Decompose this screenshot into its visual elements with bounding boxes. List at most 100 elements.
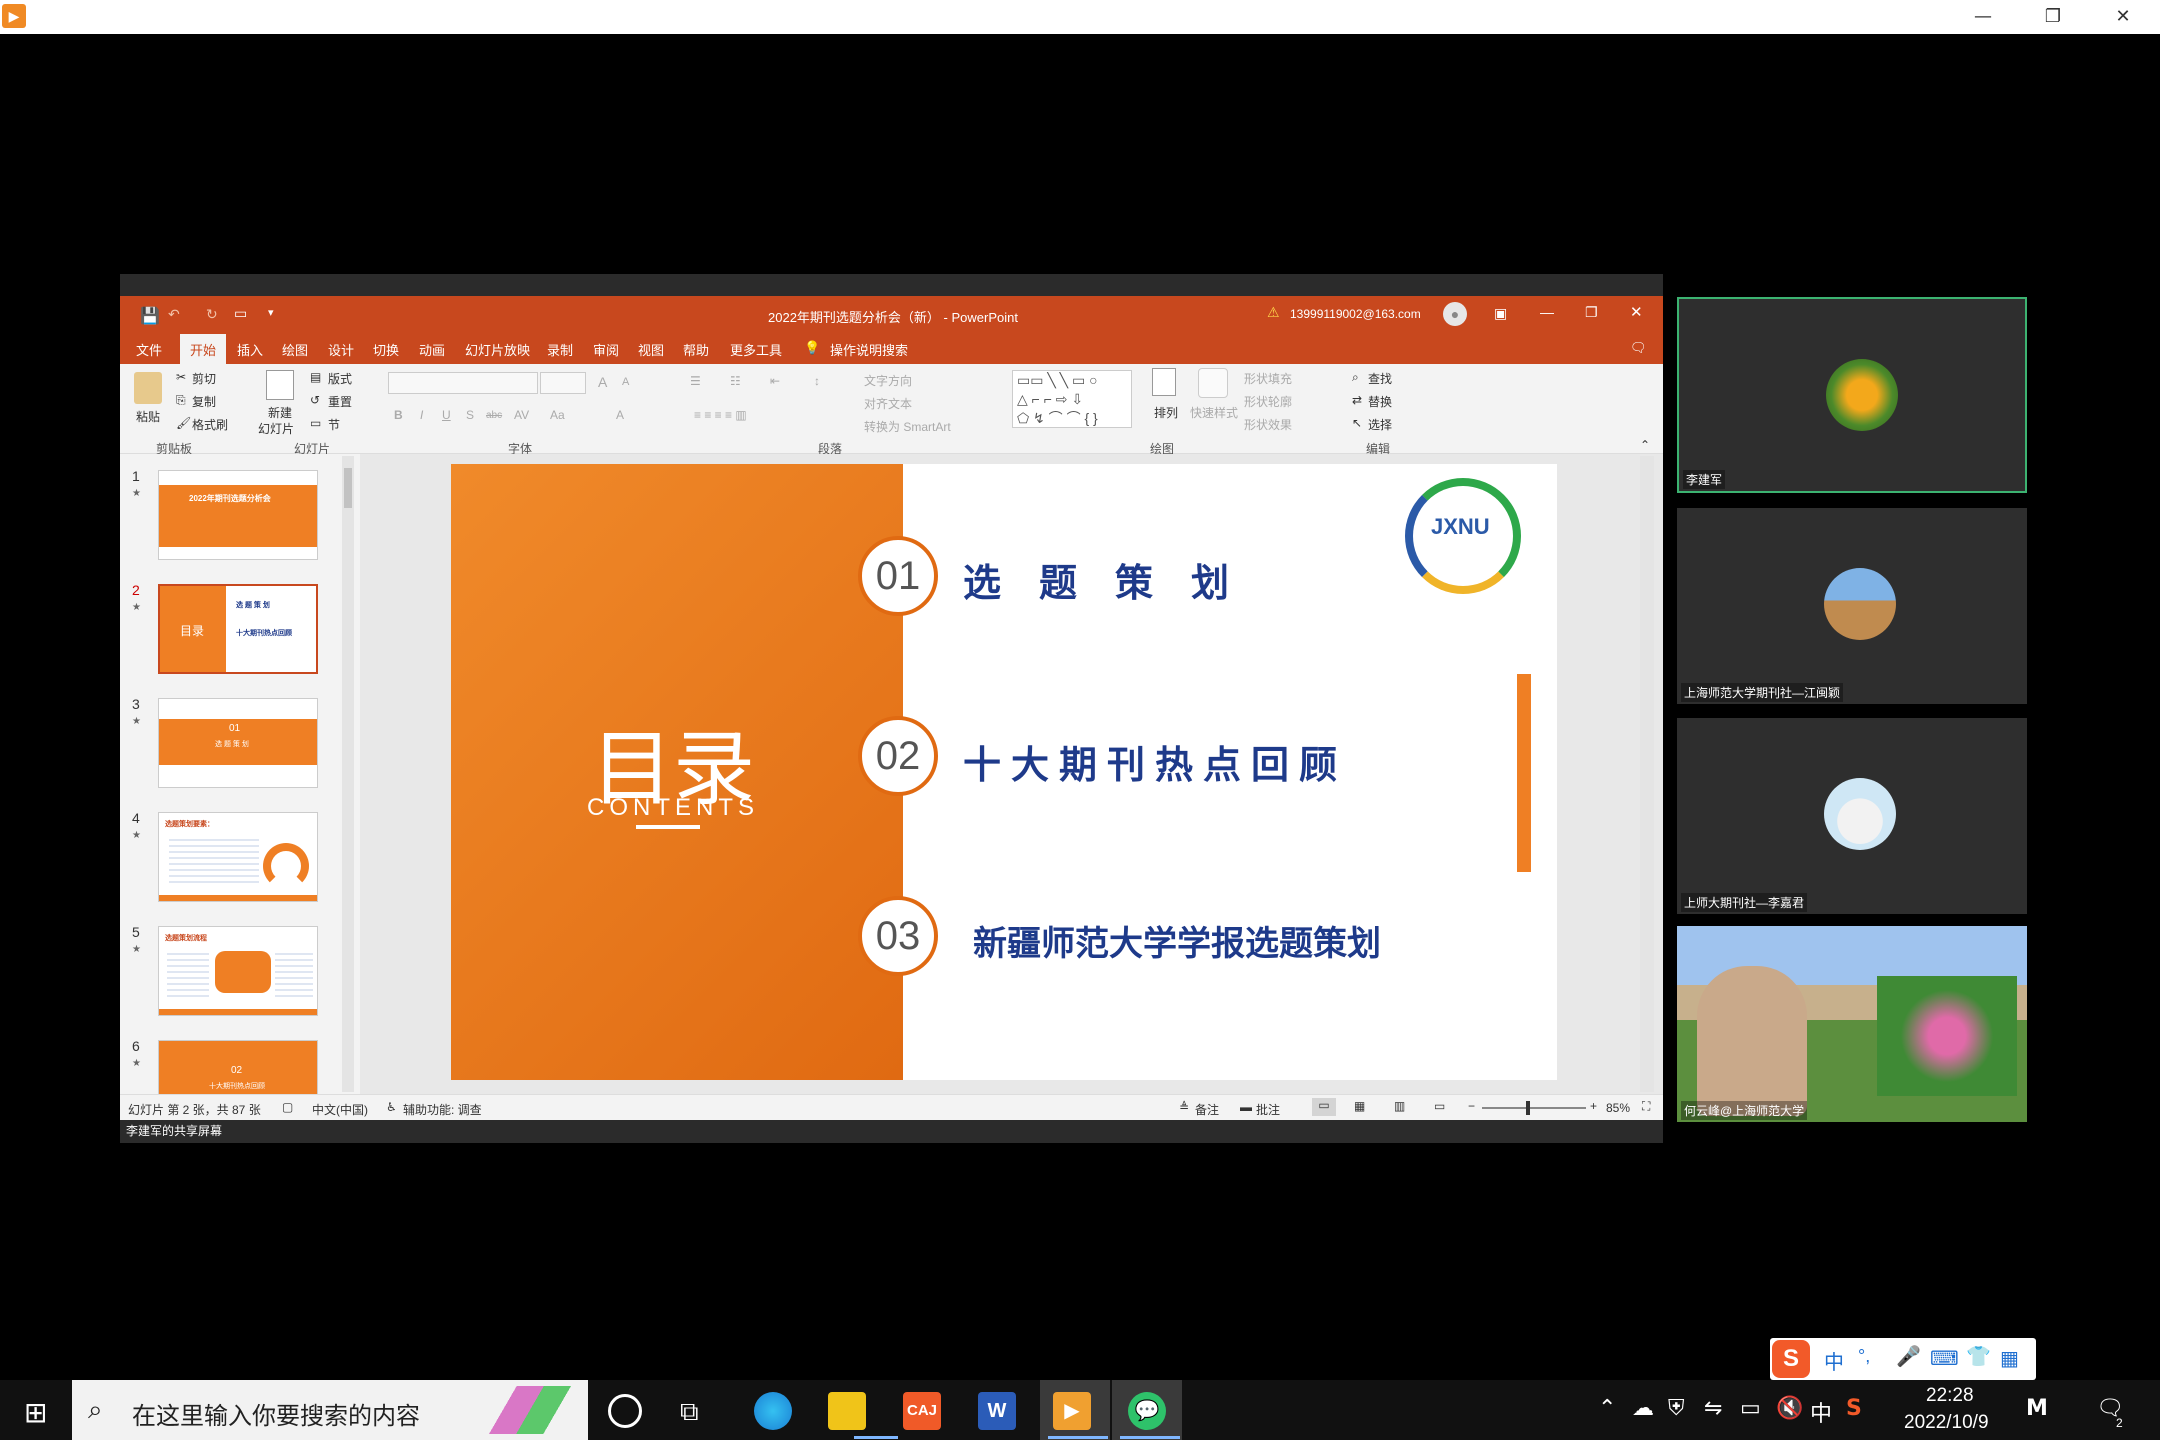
participant-tile-3[interactable]: 上师大期刊社—李嘉君: [1677, 718, 2027, 914]
cut-button[interactable]: 剪切: [192, 370, 216, 387]
tab-insert[interactable]: 插入: [237, 340, 263, 359]
language-indicator[interactable]: 中文(中国): [312, 1101, 368, 1118]
accessibility-icon[interactable]: ♿: [386, 1100, 397, 1114]
pp-minimize-icon[interactable]: —: [1540, 304, 1554, 320]
collapse-ribbon-icon[interactable]: ⌃: [1640, 438, 1650, 452]
change-case-button[interactable]: Aa: [550, 408, 565, 422]
sogou-tray-icon[interactable]: S: [1846, 1396, 1862, 1421]
tab-help[interactable]: 帮助: [683, 340, 709, 359]
taskbar-search[interactable]: ⌕ 在这里输入你要搜索的内容: [72, 1380, 588, 1440]
paste-icon[interactable]: [134, 372, 162, 404]
layout-icon[interactable]: ▤: [310, 370, 321, 384]
windows-start-icon[interactable]: ⊞: [24, 1396, 47, 1429]
find-button[interactable]: 查找: [1368, 370, 1392, 387]
reset-button[interactable]: 重置: [328, 393, 352, 410]
redo-icon[interactable]: ↻: [206, 306, 218, 323]
font-color-button[interactable]: A: [616, 408, 624, 422]
microphone-icon[interactable]: 🎤: [1896, 1344, 1921, 1369]
slide-thumbnail-2[interactable]: 目录 选 题 策 划 十大期刊热点回顾: [158, 584, 318, 674]
arrange-button[interactable]: 排列: [1154, 404, 1178, 421]
quick-styles-button[interactable]: 快速样式: [1190, 404, 1238, 421]
restore-button[interactable]: ❐: [2018, 0, 2088, 34]
close-button[interactable]: ✕: [2088, 0, 2158, 34]
participant-tile-2[interactable]: 上海师范大学期刊社—江闽颖: [1677, 508, 2027, 704]
slide-thumbnail-3[interactable]: 01 选 题 策 划: [158, 698, 318, 788]
ribbon-display-icon[interactable]: ▣: [1494, 305, 1507, 322]
shape-fill-button[interactable]: 形状填充: [1244, 370, 1292, 387]
zoom-slider[interactable]: [1482, 1101, 1586, 1115]
layout-button[interactable]: 版式: [328, 370, 352, 387]
align-text-button[interactable]: 对齐文本: [864, 395, 912, 412]
strikethrough-button[interactable]: abc: [486, 410, 502, 421]
edge-icon[interactable]: [754, 1392, 792, 1430]
zoom-level[interactable]: 85%: [1606, 1101, 1630, 1115]
participant-tile-1[interactable]: 李建军: [1677, 297, 2027, 493]
input-language[interactable]: 中: [1810, 1396, 1832, 1428]
current-slide[interactable]: 目录 CONTENTS 01 选 题 策 划 02 十大期刊热点回顾 03 新疆…: [451, 464, 1557, 1080]
numbering-icon[interactable]: ☷: [730, 374, 741, 388]
section-button[interactable]: 节: [328, 416, 340, 433]
underline-button[interactable]: U: [442, 408, 451, 422]
video-player-icon[interactable]: ▶: [1053, 1392, 1091, 1430]
account-email[interactable]: 13999119002@163.com: [1290, 307, 1421, 321]
cortana-icon[interactable]: [608, 1394, 642, 1428]
thumbnail-scrollbar[interactable]: [342, 456, 354, 1092]
tray-overflow-icon[interactable]: ⌃: [1598, 1396, 1616, 1421]
wechat-icon[interactable]: 💬: [1128, 1392, 1166, 1430]
ime-punct-toggle[interactable]: °,: [1858, 1346, 1870, 1367]
comments-status-icon[interactable]: ▬: [1240, 1100, 1252, 1114]
indent-icon[interactable]: ⇤: [770, 374, 780, 388]
task-view-icon[interactable]: ⧉: [680, 1396, 699, 1428]
tab-more-tools[interactable]: 更多工具: [730, 340, 782, 359]
notes-icon[interactable]: ≜: [1179, 1100, 1189, 1114]
toolbox-icon[interactable]: ▦: [2000, 1346, 2019, 1371]
replace-icon[interactable]: ⇄: [1352, 393, 1362, 407]
tab-review[interactable]: 审阅: [593, 340, 619, 359]
slide-sorter-icon[interactable]: ▦: [1354, 1099, 1365, 1113]
select-button[interactable]: 选择: [1368, 416, 1392, 433]
copy-icon[interactable]: ⎘: [176, 393, 186, 408]
bullets-icon[interactable]: ☰: [690, 374, 701, 388]
present-icon[interactable]: ▭: [234, 305, 247, 322]
tab-home[interactable]: 开始: [180, 334, 227, 366]
zoom-slider-thumb[interactable]: [1526, 1101, 1530, 1115]
clock-date[interactable]: 2022/10/9: [1904, 1412, 1989, 1434]
new-slide-label-1[interactable]: 新建: [268, 404, 292, 421]
skin-icon[interactable]: 👕: [1966, 1344, 1991, 1369]
sogou-logo-icon[interactable]: S: [1772, 1340, 1810, 1378]
shape-effects-button[interactable]: 形状效果: [1244, 416, 1292, 433]
new-slide-icon[interactable]: [266, 370, 294, 400]
line-spacing-icon[interactable]: ↕: [814, 374, 820, 388]
quick-styles-icon[interactable]: [1198, 368, 1228, 398]
pp-close-icon[interactable]: ✕: [1630, 303, 1643, 321]
normal-view-icon[interactable]: ▭: [1312, 1098, 1336, 1116]
notes-button[interactable]: 备注: [1195, 1101, 1219, 1118]
text-direction-button[interactable]: 文字方向: [864, 372, 912, 389]
copy-button[interactable]: 复制: [192, 393, 216, 410]
pp-restore-icon[interactable]: ❐: [1585, 304, 1598, 321]
slide-thumbnail-4[interactable]: 选题策划要素：: [158, 812, 318, 902]
tab-animations[interactable]: 动画: [419, 340, 445, 359]
select-icon[interactable]: ↖: [1352, 416, 1362, 430]
tab-design[interactable]: 设计: [328, 340, 354, 359]
paste-button[interactable]: 粘贴: [136, 408, 160, 425]
arrange-icon[interactable]: [1152, 368, 1176, 396]
tab-view[interactable]: 视图: [638, 340, 664, 359]
minimize-button[interactable]: —: [1948, 0, 2018, 34]
format-painter-button[interactable]: 格式刷: [192, 416, 228, 433]
file-explorer-icon[interactable]: [828, 1392, 866, 1430]
qat-more-icon[interactable]: ▾: [268, 306, 274, 319]
accessibility-status[interactable]: 辅助功能: 调查: [403, 1101, 482, 1118]
editor-scrollbar[interactable]: [1640, 456, 1654, 1092]
find-icon[interactable]: ⌕: [1352, 370, 1359, 385]
slideshow-view-icon[interactable]: ▭: [1434, 1099, 1445, 1113]
smartart-button[interactable]: 转换为 SmartArt: [864, 418, 951, 435]
new-slide-label-2[interactable]: 幻灯片: [258, 420, 294, 437]
battery-icon[interactable]: ▭: [1740, 1396, 1761, 1421]
keyboard-icon[interactable]: ⌨: [1930, 1346, 1959, 1371]
zoom-in-icon[interactable]: +: [1590, 1099, 1597, 1113]
slide-thumbnail-1[interactable]: 2022年期刊选题分析会: [158, 470, 318, 560]
italic-button[interactable]: I: [420, 408, 423, 422]
reset-icon[interactable]: ↺: [310, 393, 320, 407]
shape-outline-button[interactable]: 形状轮廓: [1244, 393, 1292, 410]
